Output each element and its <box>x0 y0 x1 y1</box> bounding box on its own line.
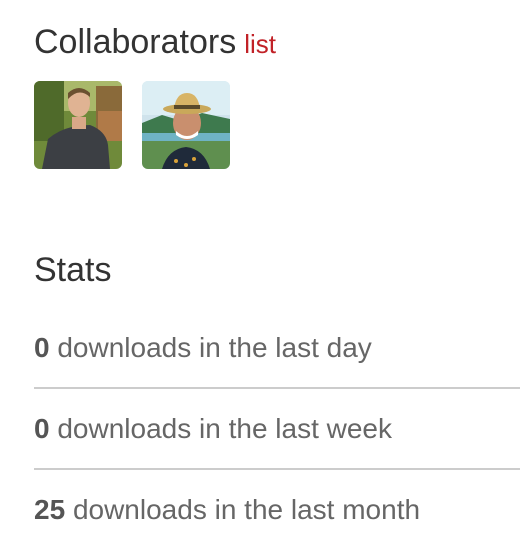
collaborators-title: Collaborators <box>34 23 237 61</box>
stat-day-label: downloads in the last day <box>57 332 372 363</box>
collaborators-list-link[interactable]: list <box>244 29 276 59</box>
stat-week-label: downloads in the last week <box>57 413 393 444</box>
collaborators-heading: Collaborators list <box>34 25 276 59</box>
collaborator-avatar-2[interactable] <box>142 81 230 169</box>
stat-month-count: 25 <box>34 494 66 525</box>
stat-month: 25 downloads in the last month <box>34 470 520 550</box>
collaborator-avatar-1[interactable] <box>34 81 122 169</box>
avatar-photo-2 <box>142 81 230 169</box>
collaborators-avatars <box>34 81 230 169</box>
stats-heading: Stats <box>34 251 112 289</box>
stat-week: 0 downloads in the last week <box>34 389 520 470</box>
stat-day: 0 downloads in the last day <box>34 308 520 389</box>
stats-list: 0 downloads in the last day 0 downloads … <box>34 308 520 550</box>
stat-month-label: downloads in the last month <box>72 494 421 525</box>
stat-day-count: 0 <box>34 332 50 363</box>
stat-week-count: 0 <box>34 413 50 444</box>
avatar-photo-1 <box>34 81 122 169</box>
